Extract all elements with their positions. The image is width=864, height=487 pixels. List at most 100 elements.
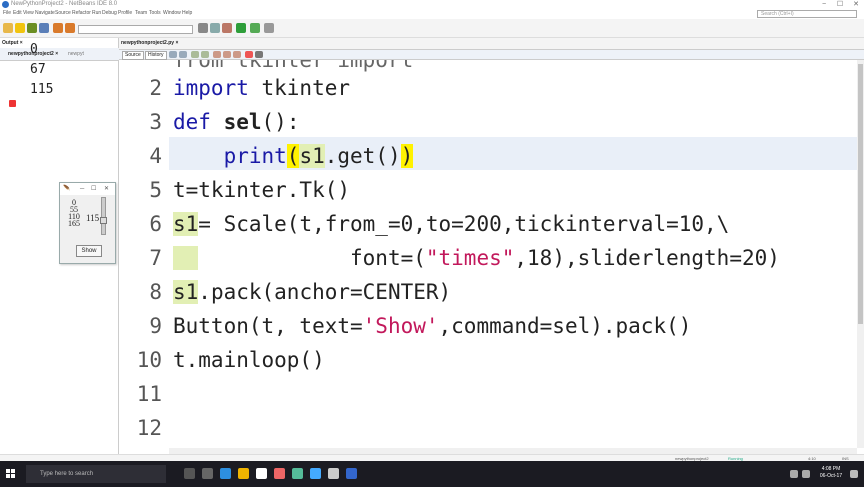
code-line-2: import tkinter [173, 76, 351, 100]
debug-icon[interactable] [250, 23, 260, 33]
clean-build-icon[interactable] [222, 23, 232, 33]
line-number: 11 [136, 382, 162, 406]
output-line: 0 [30, 42, 38, 57]
editor-tabs: newpythonproject2.py × [119, 38, 864, 50]
task-view-icon[interactable] [202, 468, 213, 479]
vertical-scrollbar[interactable] [857, 60, 864, 448]
new-project-icon[interactable] [3, 23, 13, 33]
title-bar: NewPythonProject2 - NetBeans IDE 8.0 − ☐… [0, 0, 864, 9]
tab-editor-file[interactable]: newpythonproject2.py × [121, 40, 178, 46]
new-file-icon[interactable] [15, 23, 25, 33]
code-line-8: s1.pack(anchor=CENTER) [173, 280, 452, 304]
edge-icon[interactable] [220, 468, 231, 479]
settings-icon[interactable] [198, 23, 208, 33]
menu-profile[interactable]: Profile [118, 9, 132, 18]
store-icon[interactable] [256, 468, 267, 479]
toggle-bookmark-icon[interactable] [213, 51, 221, 58]
code-editor[interactable]: from tkinter import import tkinter def s… [169, 60, 857, 448]
scale-value: 115 [86, 213, 100, 223]
output-line: 67 [30, 62, 46, 77]
redo-icon[interactable] [65, 23, 75, 33]
menu-view[interactable]: View [23, 9, 34, 18]
file-explorer-icon[interactable] [238, 468, 249, 479]
shift-right-icon[interactable] [233, 51, 241, 58]
clock[interactable]: 4:08 PM 06-Oct-17 [818, 466, 844, 480]
profile-icon[interactable] [264, 23, 274, 33]
history-button[interactable]: History [145, 51, 167, 60]
menu-run[interactable]: Run [92, 9, 101, 18]
maximize-button[interactable]: ☐ [834, 0, 846, 9]
show-button[interactable]: Show [76, 245, 102, 257]
tab-output[interactable]: Output × [2, 40, 23, 46]
code-line-9: Button(t, text='Show',command=sel).pack(… [173, 314, 692, 338]
stop-icon[interactable] [9, 100, 16, 107]
taskbar-search-input[interactable]: Type here to search [26, 465, 166, 483]
tk-close-button[interactable]: ✕ [104, 183, 109, 195]
code-line-4: print(s1.get()) [223, 144, 414, 168]
build-icon[interactable] [210, 23, 220, 33]
code-line-10: t.mainloop() [173, 348, 325, 372]
app-icon[interactable] [292, 468, 303, 479]
line-number: 4 [149, 144, 162, 168]
netbeans-icon [2, 1, 9, 8]
forward-icon[interactable] [179, 51, 187, 58]
tab-output-project-2[interactable]: newpyt [68, 48, 84, 61]
window-title: NewPythonProject2 - NetBeans IDE 8.0 [11, 1, 118, 7]
menu-team[interactable]: Team [135, 9, 147, 18]
clock-date: 06-Oct-17 [819, 473, 843, 479]
tk-maximize-button[interactable]: ☐ [91, 183, 96, 195]
start-button[interactable] [6, 469, 16, 479]
config-select[interactable] [78, 25, 193, 34]
network-icon[interactable] [790, 470, 798, 478]
save-all-icon[interactable] [39, 23, 49, 33]
app-icon[interactable] [328, 468, 339, 479]
undo-icon[interactable] [53, 23, 63, 33]
scale-tick: 165 [68, 219, 80, 228]
firefox-icon[interactable] [274, 468, 285, 479]
search-input[interactable]: Search (Ctrl+I) [757, 10, 857, 18]
line-number: 6 [149, 212, 162, 236]
find-icon[interactable] [191, 51, 199, 58]
shift-left-icon[interactable] [223, 51, 231, 58]
line-number: 2 [149, 76, 162, 100]
source-button[interactable]: Source [122, 51, 144, 60]
tk-minimize-button[interactable]: ─ [80, 183, 84, 195]
record-macro-icon[interactable] [245, 51, 253, 58]
line-number: 8 [149, 280, 162, 304]
scale-trough[interactable] [101, 197, 106, 235]
microphone-icon[interactable] [184, 468, 195, 479]
code-line-6: s1= Scale(t,from_=0,to=200,tickinterval=… [173, 212, 730, 236]
menu-navigate[interactable]: Navigate [35, 9, 55, 18]
menu-bar: File Edit View Navigate Source Refactor … [0, 9, 864, 18]
close-button[interactable]: ✕ [850, 0, 862, 9]
back-icon[interactable] [169, 51, 177, 58]
output-line: 115 [30, 82, 54, 97]
menu-tools[interactable]: Tools [149, 9, 161, 18]
scale-slider[interactable] [100, 217, 107, 224]
scrollbar-thumb[interactable] [858, 64, 863, 324]
line-number: 5 [149, 178, 162, 202]
menu-help[interactable]: Help [182, 9, 192, 18]
run-icon[interactable] [236, 23, 246, 33]
menu-file[interactable]: File [3, 9, 11, 18]
find-next-icon[interactable] [201, 51, 209, 58]
menu-edit[interactable]: Edit [13, 9, 22, 18]
open-project-icon[interactable] [27, 23, 37, 33]
tk-titlebar: 🪶 ─ ☐ ✕ [60, 183, 115, 195]
line-number-gutter: 2 3 4 5 6 7 8 9 10 11 12 [119, 60, 169, 448]
windows-taskbar: Type here to search 4:08 PM 06-Oct-17 [0, 461, 864, 487]
menu-debug[interactable]: Debug [102, 9, 117, 18]
netbeans-taskbar-icon[interactable] [346, 468, 357, 479]
volume-icon[interactable] [802, 470, 810, 478]
minimize-button[interactable]: − [818, 0, 830, 9]
app-icon[interactable] [310, 468, 321, 479]
stop-macro-icon[interactable] [255, 51, 263, 58]
menu-source[interactable]: Source [55, 9, 71, 18]
code-line-3: def sel(): [173, 110, 300, 134]
tk-window: 🪶 ─ ☐ ✕ 0 55 110 165 115 Show [59, 182, 116, 264]
code-line-5: t=tkinter.Tk() [173, 178, 351, 202]
menu-refactor[interactable]: Refactor [72, 9, 91, 18]
menu-window[interactable]: Window [163, 9, 181, 18]
line-number: 3 [149, 110, 162, 134]
notifications-icon[interactable] [850, 470, 858, 478]
